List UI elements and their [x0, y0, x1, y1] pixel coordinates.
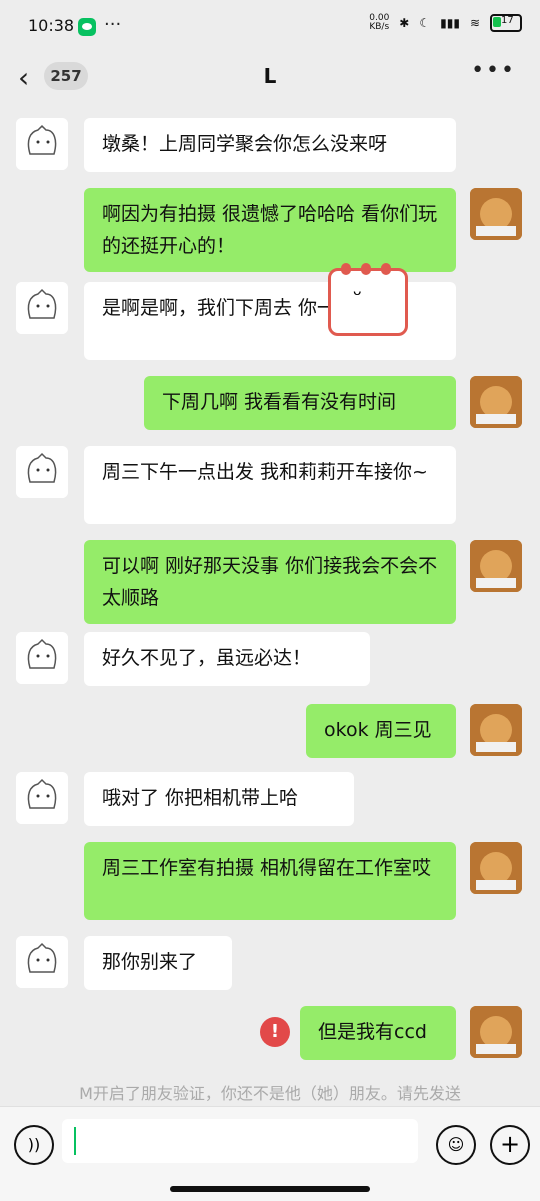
more-notifications-icon: ··· [104, 14, 122, 35]
wifi-icon: ≋ [469, 16, 480, 30]
my-avatar[interactable] [470, 540, 522, 592]
friend-verification-notice: M开启了朋友验证，你还不是他（她）朋友。请先发送 [79, 1084, 461, 1103]
battery-icon: 17 [490, 14, 522, 32]
contact-avatar[interactable] [16, 632, 68, 684]
contact-avatar[interactable] [16, 282, 68, 334]
voice-input-button[interactable]: )) [14, 1125, 54, 1165]
emoji-button[interactable]: ☺ [436, 1125, 476, 1165]
my-avatar[interactable] [470, 704, 522, 756]
message-bubble[interactable]: 可以啊 刚好那天没事 你们接我会不会不太顺路 [84, 540, 456, 624]
status-time: 10:38 [28, 16, 75, 35]
message-bubble[interactable]: okok 周三见 [306, 704, 456, 758]
contact-avatar[interactable] [16, 772, 68, 824]
contact-avatar[interactable] [16, 936, 68, 988]
message-bubble[interactable]: 周三下午一点出发 我和莉莉开车接你~ [84, 446, 456, 524]
bluetooth-icon: ✱ [399, 16, 410, 30]
status-bar: 10:38 ··· 0.00 KB/s ✱ ☾ ▮▮▮ ≋ 17 [0, 0, 540, 56]
my-avatar[interactable] [470, 842, 522, 894]
my-avatar[interactable] [470, 376, 522, 428]
wechat-icon [78, 18, 96, 36]
chat-title: L [263, 64, 277, 88]
more-options-button[interactable]: ••• [471, 58, 516, 83]
battery-level: 17 [501, 15, 514, 26]
message-input[interactable] [62, 1119, 418, 1163]
contact-avatar[interactable] [16, 446, 68, 498]
signal-icon: ▮▮▮ [440, 16, 460, 30]
do-not-disturb-icon: ☾ [419, 16, 431, 30]
chat-header: ‹ 257 L ••• [0, 56, 540, 100]
message-bubble[interactable]: 墩桑！上周同学聚会你怎么没来呀 [84, 118, 456, 172]
message-bubble[interactable]: 啊因为有拍摄 很遗憾了哈哈哈 看你们玩的还挺开心的！ [84, 188, 456, 272]
home-indicator [170, 1186, 370, 1192]
message-bubble[interactable]: 好久不见了，虽远必达！ [84, 632, 370, 686]
network-speed: 0.00 KB/s [369, 14, 389, 32]
my-avatar[interactable] [470, 188, 522, 240]
more-functions-button[interactable]: + [490, 1125, 530, 1165]
calendar-icon: ᵕ [328, 263, 408, 336]
message-bubble[interactable]: 周三工作室有拍摄 相机得留在工作室哎 [84, 842, 456, 920]
network-speed-unit: KB/s [369, 22, 390, 32]
status-right: 0.00 KB/s ✱ ☾ ▮▮▮ ≋ 17 [369, 14, 522, 32]
smile-icon: ᵕ [353, 283, 363, 308]
my-avatar[interactable] [470, 1006, 522, 1058]
send-failed-icon[interactable]: ! [260, 1017, 290, 1047]
message-bubble[interactable]: 但是我有ccd [300, 1006, 456, 1060]
message-bubble[interactable]: 哦对了 你把相机带上哈 [84, 772, 354, 826]
message-bubble[interactable]: 那你别来了 [84, 936, 232, 990]
message-bubble[interactable]: 下周几啊 我看看有没有时间 [144, 376, 456, 430]
contact-avatar[interactable] [16, 118, 68, 170]
